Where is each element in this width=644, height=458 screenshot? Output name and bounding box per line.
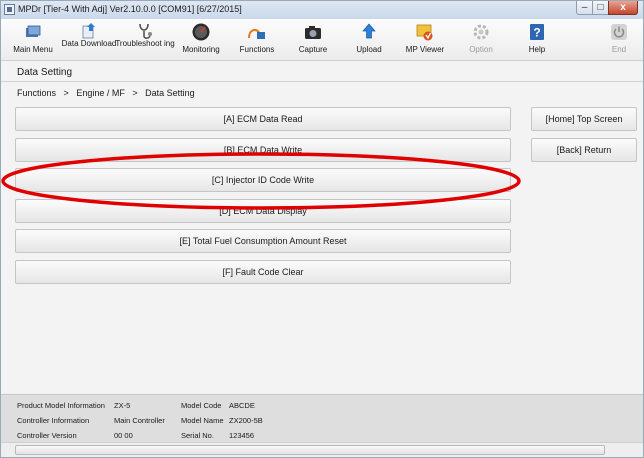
breadcrumb-engine-mf[interactable]: Engine / MF	[76, 88, 125, 98]
toolbar-monitoring-button[interactable]: Monitoring	[173, 19, 229, 61]
power-icon	[611, 24, 627, 40]
toolbar-main-menu-button[interactable]: Main Menu	[5, 19, 61, 61]
app-icon	[4, 4, 15, 15]
toolbar-help-button[interactable]: ? Help	[509, 19, 565, 61]
toolbar-troubleshooting-button[interactable]: Troubleshoot ing	[115, 19, 175, 61]
close-button[interactable]: x	[608, 1, 638, 15]
product-model-label: Product Model Information	[17, 401, 105, 410]
functions-icon	[248, 29, 265, 39]
download-icon	[82, 23, 95, 39]
serial-value: 123456	[229, 431, 255, 440]
title-bar: MPDr [Tier-4 With Adj] Ver2.10.0.0 [COM9…	[1, 1, 643, 19]
controller-info-value: Main Controller	[114, 416, 165, 425]
toolbar-data-download-button[interactable]: Data Download	[61, 19, 117, 61]
toolbar-mp-viewer-button[interactable]: MP Viewer	[397, 19, 453, 61]
breadcrumb-separator: >	[132, 88, 138, 98]
toolbar-end-button[interactable]: End	[591, 19, 643, 61]
gear-icon	[473, 24, 489, 40]
toolbar-functions-button[interactable]: Functions	[229, 19, 285, 61]
svg-text:?: ?	[533, 26, 540, 40]
stethoscope-icon	[139, 23, 152, 39]
toolbar: Main Menu Data Download Troubleshoot ing…	[1, 19, 643, 61]
toolbar-help-label: Help	[528, 45, 546, 54]
page-title: Data Setting	[17, 67, 73, 78]
serial-label: Serial No.	[181, 431, 214, 440]
mp-viewer-icon	[416, 24, 433, 41]
camera-icon	[305, 26, 321, 39]
controller-info-label: Controller Information	[17, 416, 90, 425]
application-window: MPDr [Tier-4 With Adj] Ver2.10.0.0 [COM9…	[0, 0, 644, 458]
ecm-data-write-button[interactable]: [B] ECM Data Write	[15, 138, 511, 162]
home-top-screen-button[interactable]: [Home] Top Screen	[531, 107, 637, 131]
minimize-button[interactable]: –	[576, 1, 593, 15]
back-return-button[interactable]: [Back] Return	[531, 138, 637, 162]
breadcrumb-data-setting: Data Setting	[145, 88, 195, 98]
breadcrumb: Functions > Engine / MF > Data Setting	[17, 88, 200, 98]
toolbar-capture-button[interactable]: Capture	[285, 19, 341, 61]
gauge-icon	[192, 23, 210, 41]
upload-icon	[362, 23, 376, 39]
help-icon: ?	[530, 24, 544, 40]
controller-version-value: 00 00	[114, 431, 133, 440]
toolbar-option-button[interactable]: Option	[453, 19, 509, 61]
model-code-value: ABCDE	[229, 401, 255, 410]
injector-id-code-write-button[interactable]: [C] Injector ID Code Write	[15, 168, 511, 192]
total-fuel-consumption-reset-button[interactable]: [E] Total Fuel Consumption Amount Reset	[15, 229, 511, 253]
status-panel: Product Model Information ZX-5 Controlle…	[1, 394, 643, 442]
breadcrumb-separator: >	[63, 88, 69, 98]
controller-version-label: Controller Version	[17, 431, 77, 440]
ecm-data-read-button[interactable]: [A] ECM Data Read	[15, 107, 511, 131]
ecm-data-display-button[interactable]: [D] ECM Data Display	[15, 199, 511, 223]
horizontal-scrollbar[interactable]	[1, 442, 643, 457]
product-model-value: ZX-5	[114, 401, 131, 410]
fault-code-clear-button[interactable]: [F] Fault Code Clear	[15, 260, 511, 284]
scrollbar-thumb[interactable]	[15, 445, 605, 455]
toolbar-upload-button[interactable]: Upload	[341, 19, 397, 61]
page-header: Data Setting	[1, 62, 643, 82]
breadcrumb-functions[interactable]: Functions	[17, 88, 56, 98]
window-title: MPDr [Tier-4 With Adj] Ver2.10.0.0 [COM9…	[18, 4, 242, 14]
toolbar-end-label: End	[611, 45, 627, 54]
maximize-button[interactable]: □	[592, 1, 609, 15]
main-menu-icon	[26, 25, 41, 37]
model-name-label: Model Name	[181, 416, 224, 425]
model-code-label: Model Code	[181, 401, 222, 410]
model-name-value: ZX200-5B	[229, 416, 263, 425]
